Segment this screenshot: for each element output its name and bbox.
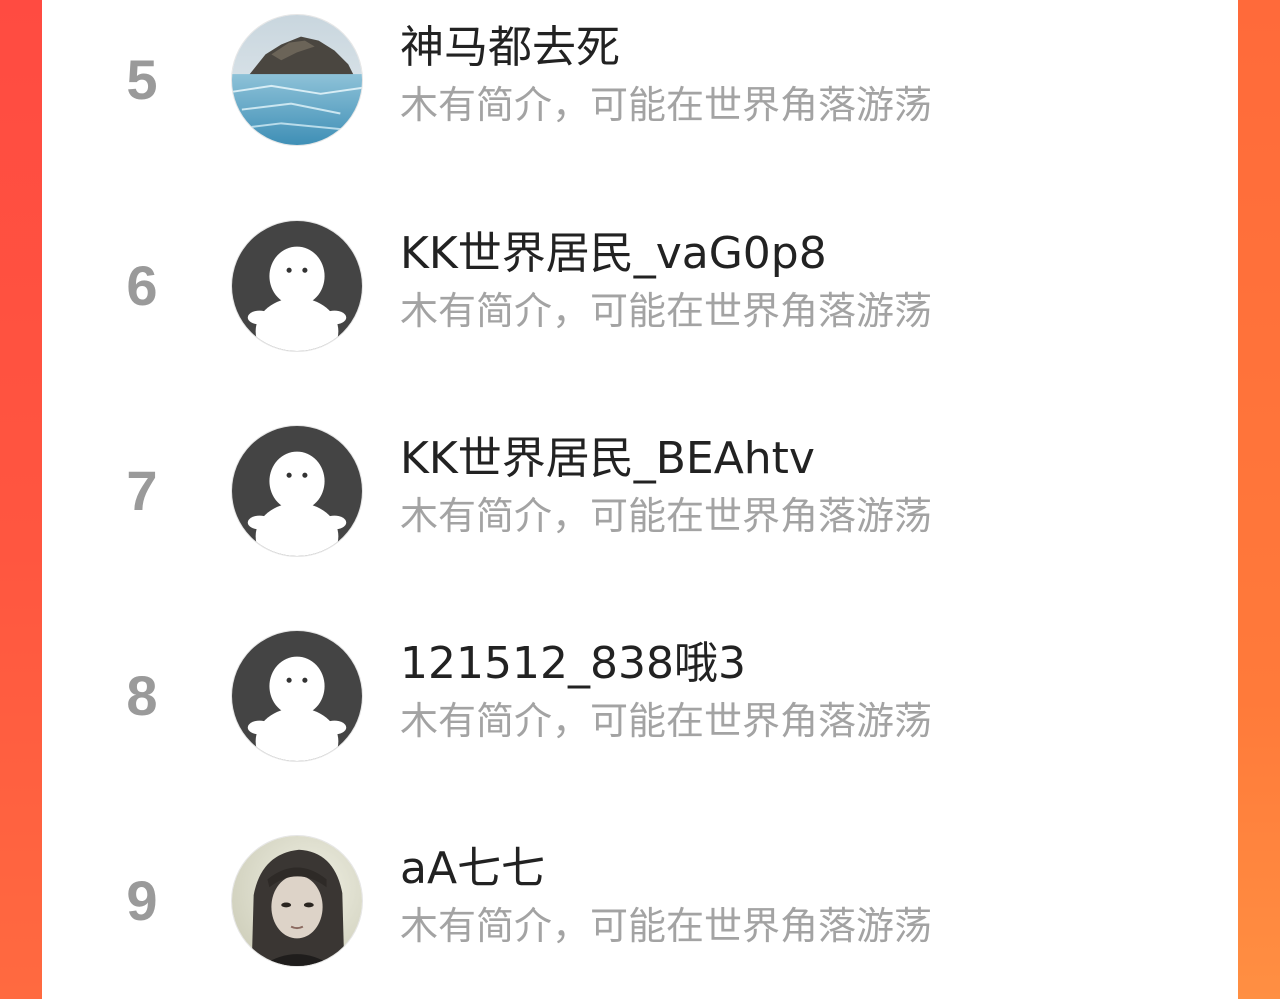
avatar[interactable] xyxy=(231,630,363,762)
user-name: KK世界居民_vaG0p8 xyxy=(400,228,827,279)
portrait-photo-icon xyxy=(232,836,362,966)
rank-number: 7 xyxy=(126,459,158,522)
user-description: 木有简介，可能在世界角落游荡 xyxy=(400,904,933,948)
list-item[interactable]: 6 KK世界居民_vaG0p8 木有简介，可能在世界角落游荡 xyxy=(42,218,1238,358)
user-description: 木有简介，可能在世界角落游荡 xyxy=(400,699,933,743)
user-name: aA七七 xyxy=(400,843,546,894)
background-right xyxy=(1238,0,1280,999)
user-name: 神马都去死 xyxy=(400,22,620,73)
user-description: 木有简介，可能在世界角落游荡 xyxy=(400,289,933,333)
default-ghost-icon xyxy=(232,631,362,761)
list-item[interactable]: 5 神马都去死 木有简介，可能在世界角落游荡 xyxy=(42,12,1238,152)
user-name: KK世界居民_BEAhtv xyxy=(400,433,815,484)
rank-number: 9 xyxy=(126,869,158,932)
list-item[interactable]: 7 KK世界居民_BEAhtv 木有简介，可能在世界角落游荡 xyxy=(42,423,1238,563)
avatar[interactable] xyxy=(231,835,363,967)
default-ghost-icon xyxy=(232,221,362,351)
landscape-photo-icon xyxy=(232,15,362,145)
user-description: 木有简介，可能在世界角落游荡 xyxy=(400,494,933,538)
default-ghost-icon xyxy=(232,426,362,556)
list-item[interactable]: 8 121512_838哦3 木有简介，可能在世界角落游荡 xyxy=(42,628,1238,768)
ranking-list: 5 神马都去死 木有简介，可能在世界角落游荡 6 KK世界居民_vaG0p8 木… xyxy=(42,0,1238,999)
rank-number: 8 xyxy=(126,664,158,727)
user-description: 木有简介，可能在世界角落游荡 xyxy=(400,83,933,127)
background-left xyxy=(0,0,42,999)
avatar[interactable] xyxy=(231,220,363,352)
user-name: 121512_838哦3 xyxy=(400,638,746,689)
rank-number: 5 xyxy=(126,48,158,111)
avatar[interactable] xyxy=(231,14,363,146)
list-item[interactable]: 9 aA七七 木有简介，可能在世界角落游荡 xyxy=(42,833,1238,973)
rank-number: 6 xyxy=(126,254,158,317)
avatar[interactable] xyxy=(231,425,363,557)
